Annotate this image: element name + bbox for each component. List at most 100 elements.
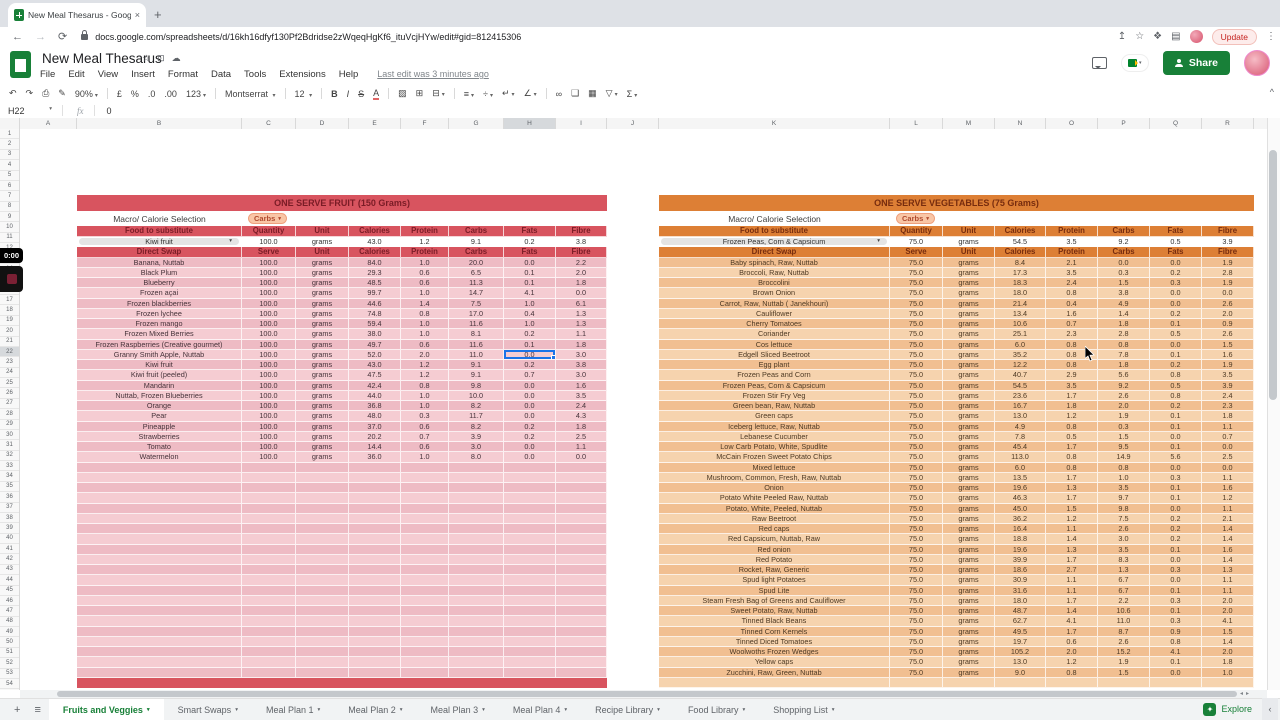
table-cell[interactable]: [449, 544, 504, 555]
table-cell[interactable]: Red onion: [659, 544, 890, 555]
table-cell[interactable]: Frozen Peas, Corn & Capsicum: [659, 380, 890, 391]
table-cell[interactable]: grams: [296, 370, 349, 381]
table-cell[interactable]: [77, 513, 242, 524]
table-cell[interactable]: 44.0: [349, 390, 401, 401]
table-cell[interactable]: 10.0: [449, 390, 504, 401]
table-cell[interactable]: 99.7: [349, 288, 401, 299]
table-cell[interactable]: 4.1: [1150, 647, 1202, 658]
table-cell[interactable]: 19.6: [995, 483, 1046, 494]
text-wrap-icon[interactable]: ↵ ▾: [502, 88, 515, 99]
row-header-1[interactable]: 1: [0, 129, 19, 140]
table-cell[interactable]: 0.1: [1150, 319, 1202, 330]
table-cell[interactable]: 1.8: [1098, 319, 1150, 330]
table-cell[interactable]: 9.5: [1098, 442, 1150, 453]
table-cell[interactable]: Raw Beetroot: [659, 513, 890, 524]
table-cell[interactable]: [659, 677, 890, 688]
table-cell[interactable]: [242, 616, 296, 627]
food-substitute-dropdown[interactable]: Frozen Peas, Corn & Capsicum ▾: [661, 237, 887, 246]
table-cell[interactable]: 0.2: [1150, 360, 1202, 371]
table-cell[interactable]: [556, 524, 607, 535]
table-cell[interactable]: [504, 657, 556, 668]
insert-chart-icon[interactable]: ▦: [588, 88, 597, 99]
table-cell[interactable]: 0.6: [401, 421, 449, 432]
table-cell[interactable]: 25.1: [995, 329, 1046, 340]
table-cell[interactable]: Frozen Mixed Berries: [77, 329, 242, 340]
table-cell[interactable]: [504, 585, 556, 596]
table-cell[interactable]: Quantity: [242, 226, 296, 237]
table-cell[interactable]: [242, 636, 296, 647]
table-cell[interactable]: [449, 554, 504, 565]
table-cell[interactable]: 14.7: [449, 288, 504, 299]
table-cell[interactable]: 9.1: [449, 370, 504, 381]
row-header-45[interactable]: 45: [0, 586, 19, 596]
row-header-37[interactable]: 37: [0, 503, 19, 513]
table-cell[interactable]: Watermelon: [77, 452, 242, 463]
bold-icon[interactable]: B: [331, 89, 338, 99]
table-cell[interactable]: Rocket, Raw, Generic: [659, 565, 890, 576]
table-cell[interactable]: Spud Lite: [659, 585, 890, 596]
table-cell[interactable]: grams: [943, 513, 995, 524]
table-cell[interactable]: [296, 667, 349, 678]
table-cell[interactable]: Fats: [1150, 247, 1202, 258]
percent-format-button[interactable]: %: [131, 89, 139, 99]
tab-close-icon[interactable]: ×: [135, 10, 140, 20]
table-cell[interactable]: 84.0: [349, 257, 401, 268]
table-cell[interactable]: [504, 636, 556, 647]
table-cell[interactable]: 0.8: [1150, 636, 1202, 647]
table-cell[interactable]: 75.0: [890, 411, 943, 422]
table-cell[interactable]: 52.0: [349, 349, 401, 360]
table-cell[interactable]: [449, 565, 504, 576]
table-cell[interactable]: 100.0: [242, 267, 296, 278]
table-cell[interactable]: 8.0: [449, 452, 504, 463]
table-cell[interactable]: 1.9: [1202, 257, 1254, 268]
row-header-33[interactable]: 33: [0, 461, 19, 472]
table-cell[interactable]: 0.0: [556, 452, 607, 463]
table-cell[interactable]: 75.0: [890, 503, 943, 514]
table-cell[interactable]: [401, 503, 449, 514]
table-cell[interactable]: [296, 503, 349, 514]
table-cell[interactable]: 75.0: [890, 288, 943, 299]
horizontal-scrollbar-thumb[interactable]: [57, 691, 1237, 697]
table-cell[interactable]: 1.0: [504, 319, 556, 330]
table-cell[interactable]: 1.0: [1098, 472, 1150, 483]
table-cell[interactable]: Direct Swap: [77, 247, 242, 258]
table-cell[interactable]: [401, 585, 449, 596]
table-cell[interactable]: 0.2: [504, 421, 556, 432]
table-cell[interactable]: grams: [943, 483, 995, 494]
table-cell[interactable]: Protein: [1046, 226, 1098, 237]
row-header-50[interactable]: 50: [0, 637, 19, 648]
table-cell[interactable]: 0.6: [401, 442, 449, 453]
table-cell[interactable]: grams: [943, 442, 995, 453]
table-cell[interactable]: 0.3: [1150, 278, 1202, 289]
table-cell[interactable]: 0.3: [1098, 267, 1150, 278]
table-cell[interactable]: 1.2: [401, 370, 449, 381]
table-cell[interactable]: 1.2: [1046, 411, 1098, 422]
table-cell[interactable]: 100.0: [242, 319, 296, 330]
table-cell[interactable]: 49.5: [995, 626, 1046, 637]
table-cell[interactable]: 9.2: [1098, 380, 1150, 391]
table-cell[interactable]: 1.1: [1046, 585, 1098, 596]
table-cell[interactable]: 2.1: [1046, 257, 1098, 268]
table-cell[interactable]: 3.5: [1098, 544, 1150, 555]
table-cell[interactable]: 0.0: [504, 442, 556, 453]
column-header-p[interactable]: P: [1098, 118, 1150, 129]
table-cell[interactable]: [77, 565, 242, 576]
table-cell[interactable]: Green bean, Raw, Nuttab: [659, 401, 890, 412]
table-cell[interactable]: [504, 554, 556, 565]
table-cell[interactable]: 100.0: [242, 421, 296, 432]
row-header-8[interactable]: 8: [0, 202, 19, 212]
table-cell[interactable]: [242, 513, 296, 524]
increase-decimal-button[interactable]: .00: [164, 89, 177, 99]
table-cell[interactable]: 0.2: [504, 236, 556, 247]
table-cell[interactable]: 8.2: [449, 401, 504, 412]
macro-dropdown[interactable]: Carbs ▾: [896, 213, 936, 224]
table-cell[interactable]: 13.0: [995, 411, 1046, 422]
forward-icon[interactable]: →: [35, 31, 46, 43]
table-cell[interactable]: 100.0: [242, 442, 296, 453]
table-cell[interactable]: Red caps: [659, 524, 890, 535]
row-header-4[interactable]: 4: [0, 160, 19, 171]
table-cell[interactable]: Blueberry: [77, 278, 242, 289]
table-cell[interactable]: 2.0: [1098, 401, 1150, 412]
table-cell[interactable]: [77, 616, 242, 627]
table-cell[interactable]: Fats: [504, 226, 556, 237]
